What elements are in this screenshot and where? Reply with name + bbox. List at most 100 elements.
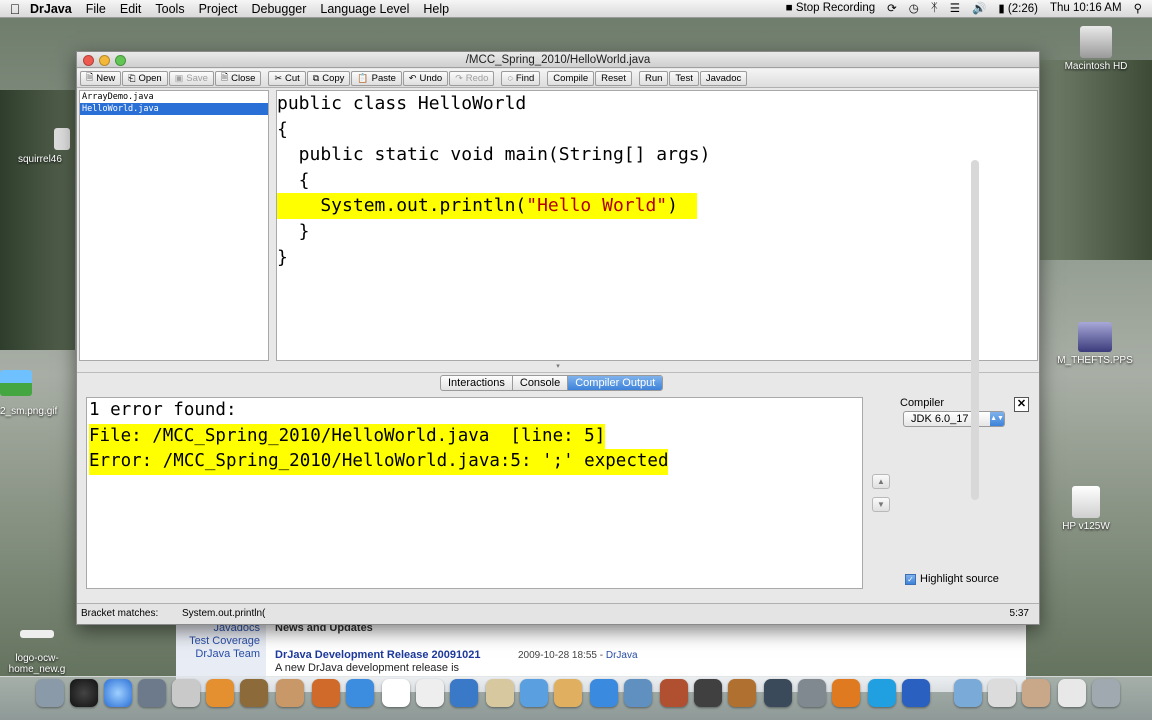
menu-debugger[interactable]: Debugger: [252, 2, 307, 16]
news-author-link[interactable]: DrJava: [606, 650, 638, 661]
output-error-file[interactable]: File: /MCC_Spring_2010/HelloWorld.java […: [89, 423, 606, 450]
desktop-icon-squirrel[interactable]: squirrel46: [2, 128, 74, 165]
link-test-coverage[interactable]: Test Coverage: [176, 635, 260, 648]
system-preferences-icon[interactable]: [798, 679, 826, 707]
quicktime-icon[interactable]: [902, 679, 930, 707]
paste-button[interactable]: 📋 Paste: [351, 70, 402, 86]
itunes-icon[interactable]: [590, 679, 618, 707]
bluetooth-icon[interactable]: ᛡ: [931, 2, 938, 14]
save-button[interactable]: ▣ Save: [168, 70, 214, 86]
document-icon[interactable]: [988, 679, 1016, 707]
reset-button[interactable]: Reset: [595, 70, 632, 86]
file-item-helloworld[interactable]: HelloWorld.java: [80, 103, 268, 115]
tab-console[interactable]: Console: [513, 376, 569, 390]
time-machine-dock-icon[interactable]: [764, 679, 792, 707]
mail-icon[interactable]: [554, 679, 582, 707]
menubar-clock[interactable]: Thu 10:16 AM: [1050, 2, 1122, 14]
javadoc-button[interactable]: Javadoc: [699, 70, 748, 86]
menu-edit[interactable]: Edit: [120, 2, 142, 16]
undo-button[interactable]: ↶ Undo: [402, 70, 449, 86]
compile-button[interactable]: Compile: [547, 70, 595, 86]
powerpoint-icon[interactable]: [832, 679, 860, 707]
copy-button[interactable]: ⧉ Copy: [306, 70, 351, 86]
find-button[interactable]: ◌ Find: [501, 70, 541, 86]
script-icon[interactable]: [486, 679, 514, 707]
file-item-arraydemo[interactable]: ArrayDemo.java: [80, 91, 268, 103]
photo-icon[interactable]: [276, 679, 304, 707]
highlight-source-checkbox[interactable]: ✓: [905, 573, 916, 585]
wifi-icon[interactable]: ☰: [950, 1, 960, 15]
output-error-message[interactable]: Error: /MCC_Spring_2010/HelloWorld.java:…: [89, 449, 669, 475]
zoom-window-button[interactable]: [115, 55, 126, 66]
compiler-select[interactable]: JDK 6.0_17 ▲▼: [903, 411, 1005, 427]
stop-recording-item[interactable]: ■ Stop Recording: [786, 2, 875, 14]
garageband-icon[interactable]: [728, 679, 756, 707]
news-date: 2009-10-28 18:55 - DrJava: [518, 650, 638, 661]
menu-project[interactable]: Project: [199, 2, 238, 16]
desktop-icon-macintosh-hd[interactable]: Macintosh HD: [1058, 26, 1134, 72]
compiler-output-pane[interactable]: 1 error found: File: /MCC_Spring_2010/He…: [86, 397, 863, 589]
close-button[interactable]: 🗎 Close: [214, 70, 262, 86]
desktop-icon-thefts[interactable]: M_THEFTS.PPS: [1055, 322, 1135, 366]
iphoto-icon[interactable]: [520, 679, 548, 707]
run-button[interactable]: Run: [638, 70, 669, 86]
link-drjava-team[interactable]: DrJava Team: [176, 648, 260, 661]
dashboard-icon[interactable]: [70, 679, 98, 707]
pane-splitter[interactable]: ▾: [77, 362, 1039, 370]
time-machine-icon[interactable]: ◷: [909, 1, 919, 15]
finder-icon[interactable]: [36, 679, 64, 707]
battery-status[interactable]: ▮ (2:26): [998, 1, 1038, 15]
tab-interactions[interactable]: Interactions: [441, 376, 513, 390]
ical-icon[interactable]: [382, 679, 410, 707]
menu-language-level[interactable]: Language Level: [320, 2, 409, 16]
xcode-icon[interactable]: [450, 679, 478, 707]
presentation-icon[interactable]: [312, 679, 340, 707]
close-window-button[interactable]: [83, 55, 94, 66]
background-scrollbar[interactable]: [968, 140, 982, 520]
apple-icon[interactable]: : [0, 1, 30, 17]
spotlight-icon[interactable]: ⚲: [1134, 1, 1142, 15]
redo-button[interactable]: ↷ Redo: [449, 70, 495, 86]
desktop-icon-hp[interactable]: HP v125W: [1056, 486, 1116, 532]
charts-icon[interactable]: [206, 679, 234, 707]
tab-compiler-output[interactable]: Compiler Output: [568, 376, 663, 390]
menu-file[interactable]: File: [86, 2, 106, 16]
sync-icon[interactable]: ⟳: [887, 1, 897, 15]
imovie-star-icon[interactable]: [694, 679, 722, 707]
safari-icon[interactable]: [104, 679, 132, 707]
test-button[interactable]: Test: [669, 70, 699, 86]
menu-tools[interactable]: Tools: [155, 2, 184, 16]
menu-help[interactable]: Help: [423, 2, 449, 16]
trash-icon[interactable]: [1092, 679, 1120, 707]
close-panel-button[interactable]: ✕: [1014, 397, 1029, 412]
new-button[interactable]: 🗎 New: [80, 70, 122, 86]
desktop-icon-logo[interactable]: logo-ocw-home_new.g: [4, 630, 70, 675]
iphoto-library-icon[interactable]: [624, 679, 652, 707]
desktop-icon-png[interactable]: 2_sm.png.gif: [0, 370, 70, 417]
news-snippet: A new DrJava development release is: [275, 662, 460, 674]
app-icon[interactable]: [240, 679, 268, 707]
open-button[interactable]: ⎗ Open: [122, 70, 168, 86]
downloads-icon[interactable]: [1058, 679, 1086, 707]
previous-error-button[interactable]: ▲: [872, 474, 890, 489]
skype-icon[interactable]: [868, 679, 896, 707]
window-titlebar[interactable]: /MCC_Spring_2010/HelloWorld.java: [77, 52, 1039, 68]
ichat-icon[interactable]: [346, 679, 374, 707]
folder-icon[interactable]: [954, 679, 982, 707]
next-error-button[interactable]: ▼: [872, 497, 890, 512]
volume-icon[interactable]: 🔊: [972, 1, 986, 15]
preview-icon[interactable]: [138, 679, 166, 707]
news-release-link[interactable]: DrJava Development Release 20091021: [275, 649, 480, 661]
user-photo-icon[interactable]: [1022, 679, 1050, 707]
scrollbar-thumb[interactable]: [971, 160, 979, 500]
status-bar: Bracket matches: System.out.println( 5:3…: [77, 603, 1039, 624]
code-line: }: [277, 246, 288, 268]
cut-button[interactable]: ✂ Cut: [268, 70, 306, 86]
imovie-icon[interactable]: [660, 679, 688, 707]
drjava-dock-icon[interactable]: [416, 679, 444, 707]
code-editor[interactable]: public class HelloWorld { public static …: [276, 90, 1038, 361]
pen-icon[interactable]: [172, 679, 200, 707]
open-icon: ⎗: [128, 72, 136, 83]
menu-app-name[interactable]: DrJava: [30, 2, 72, 16]
minimize-window-button[interactable]: [99, 55, 110, 66]
